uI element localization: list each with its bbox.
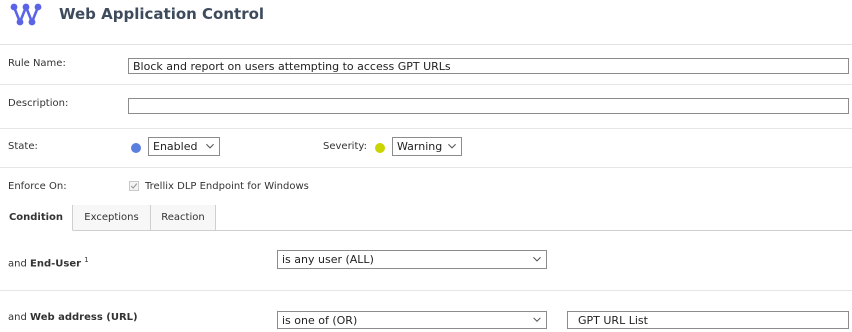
condition-row: and End-User 1 is any user (ALL) [0, 231, 852, 291]
state-label: State: [8, 141, 38, 152]
enforce-on-option-label: Trellix DLP Endpoint for Windows [145, 181, 309, 192]
rule-name-label: Rule Name: [8, 58, 66, 69]
description-label: Description: [8, 98, 69, 109]
footnote-marker: 1 [84, 256, 89, 264]
chevron-down-icon [448, 143, 456, 149]
enforce-on-label: Enforce On: [8, 181, 67, 192]
tab-reaction[interactable]: Reaction [151, 205, 216, 230]
condition-field: End-User [30, 258, 82, 270]
condition-prefix: and [8, 312, 27, 323]
condition-prefix: and [8, 258, 27, 270]
rule-name-row: Rule Name: Block and report on users att… [0, 45, 852, 85]
app-logo-icon [10, 3, 42, 26]
state-status-icon [131, 143, 141, 153]
chevron-down-icon [533, 256, 541, 262]
enforce-on-row: Enforce On: Trellix DLP Endpoint for Win… [0, 168, 852, 205]
state-row: State: Enabled Severity: Warning [0, 129, 852, 168]
page-header: Web Application Control [0, 0, 852, 45]
severity-label: Severity: [323, 141, 367, 152]
end-user-operator-value: is any user (ALL) [282, 253, 374, 266]
state-select-value: Enabled [153, 140, 198, 153]
condition-label: and End-User 1 [8, 256, 89, 269]
severity-select-value: Warning [397, 140, 443, 153]
tab-exceptions[interactable]: Exceptions [73, 205, 151, 230]
enforce-on-checkbox[interactable] [129, 181, 139, 191]
condition-label: and Web address (URL) [8, 312, 138, 323]
condition-field: Web address (URL) [30, 312, 138, 323]
state-select[interactable]: Enabled [148, 137, 220, 156]
web-address-operator-select[interactable]: is one of (OR) [277, 311, 547, 329]
url-list-field[interactable]: GPT URL List [567, 311, 849, 329]
severity-status-icon [375, 143, 385, 153]
description-row: Description: [0, 85, 852, 129]
severity-select[interactable]: Warning [392, 137, 462, 156]
checkmark-icon [130, 183, 138, 189]
end-user-operator-select[interactable]: is any user (ALL) [277, 250, 547, 269]
page-title: Web Application Control [59, 5, 265, 23]
condition-row: and Web address (URL) is one of (OR) GPT… [0, 291, 852, 332]
description-input[interactable] [128, 98, 849, 114]
rule-name-input[interactable]: Block and report on users attempting to … [128, 58, 849, 74]
chevron-down-icon [533, 317, 541, 322]
web-address-operator-value: is one of (OR) [282, 314, 358, 327]
tab-bar: Condition Exceptions Reaction [0, 205, 852, 231]
tab-condition[interactable]: Condition [0, 205, 73, 231]
chevron-down-icon [206, 143, 214, 149]
